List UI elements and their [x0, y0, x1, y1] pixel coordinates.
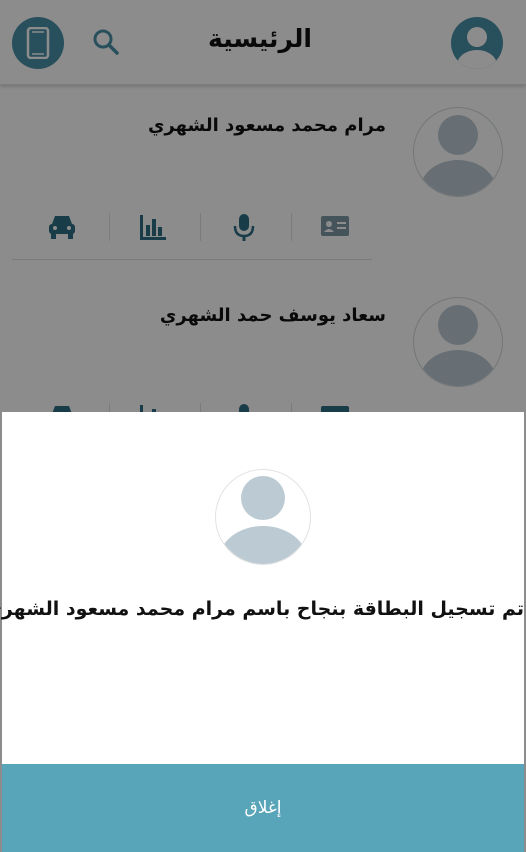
screen: الرئيسية مرام محمد مسعود الشهري سعاد يوس… [0, 0, 526, 852]
close-button[interactable]: إغلاق [2, 764, 524, 852]
avatar-icon [219, 476, 307, 564]
dialog-avatar [215, 469, 311, 565]
dialog-message: تم تسجيل البطاقة بنجاح باسم مرام محمد مس… [0, 598, 524, 620]
success-dialog: تم تسجيل البطاقة بنجاح باسم مرام محمد مس… [0, 412, 524, 852]
